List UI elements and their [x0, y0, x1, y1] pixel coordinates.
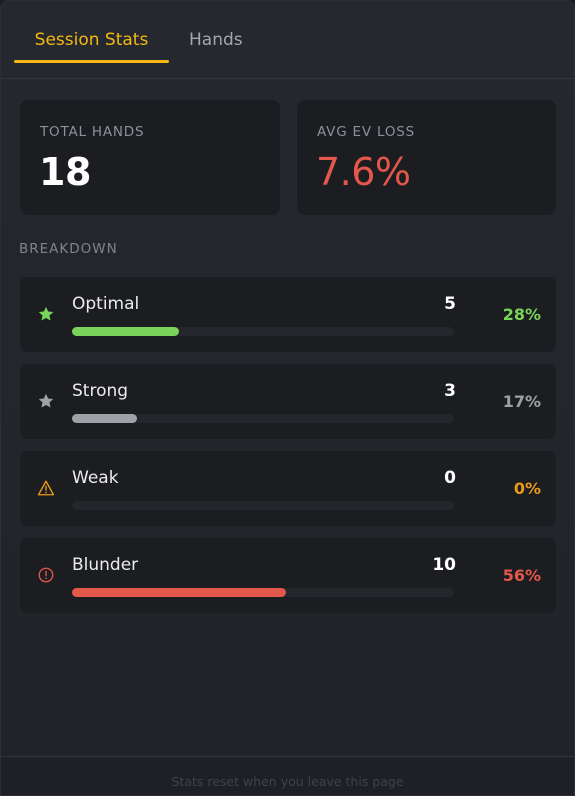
- progress-track: [72, 588, 454, 597]
- breakdown-row-weak: Weak 0 0%: [20, 451, 556, 526]
- tab-label: Hands: [189, 30, 243, 50]
- breakdown-row-strong: Strong 3 17%: [20, 364, 556, 439]
- breakdown-count: 3: [444, 381, 456, 401]
- tab-session-stats[interactable]: Session Stats: [14, 27, 169, 63]
- progress-track: [72, 414, 454, 423]
- footer-note: Stats reset when you leave this page: [171, 774, 404, 789]
- avg-ev-loss-value: 7.6%: [316, 150, 411, 194]
- breakdown-count: 0: [444, 468, 456, 488]
- progress-fill: [72, 414, 137, 423]
- breakdown-percent: 28%: [502, 305, 541, 324]
- breakdown-name: Optimal: [72, 294, 140, 314]
- session-stats-panel: Session Stats Hands TOTAL HANDS 18 AVG E…: [0, 0, 575, 796]
- alert-circle-icon: [37, 566, 55, 584]
- star-icon: [37, 392, 55, 410]
- breakdown-percent: 0%: [513, 479, 541, 498]
- breakdown-percent: 56%: [502, 566, 541, 585]
- avg-ev-loss-label: AVG EV LOSS: [317, 124, 416, 140]
- breakdown-count: 5: [444, 294, 456, 314]
- breakdown-row-optimal: Optimal 5 28%: [20, 277, 556, 352]
- breakdown-name: Strong: [72, 381, 129, 401]
- breakdown-row-blunder: Blunder 10 56%: [20, 538, 556, 613]
- tab-hands[interactable]: Hands: [189, 27, 243, 63]
- avg-ev-loss-card: AVG EV LOSS 7.6%: [297, 100, 556, 215]
- tab-label: Session Stats: [34, 30, 149, 50]
- breakdown-count: 10: [432, 555, 456, 575]
- breakdown-heading: BREAKDOWN: [19, 241, 118, 257]
- breakdown-name: Blunder: [72, 555, 139, 575]
- footer: Stats reset when you leave this page: [1, 756, 574, 795]
- star-icon: [37, 305, 55, 323]
- tab-bar: Session Stats Hands: [1, 1, 574, 79]
- breakdown-name: Weak: [72, 468, 119, 488]
- breakdown-percent: 17%: [502, 392, 541, 411]
- total-hands-card: TOTAL HANDS 18: [20, 100, 280, 215]
- progress-fill: [72, 588, 286, 597]
- progress-fill: [72, 327, 179, 336]
- progress-track: [72, 501, 454, 510]
- warning-icon: [37, 479, 55, 497]
- total-hands-label: TOTAL HANDS: [40, 124, 145, 140]
- progress-track: [72, 327, 454, 336]
- total-hands-value: 18: [39, 150, 91, 194]
